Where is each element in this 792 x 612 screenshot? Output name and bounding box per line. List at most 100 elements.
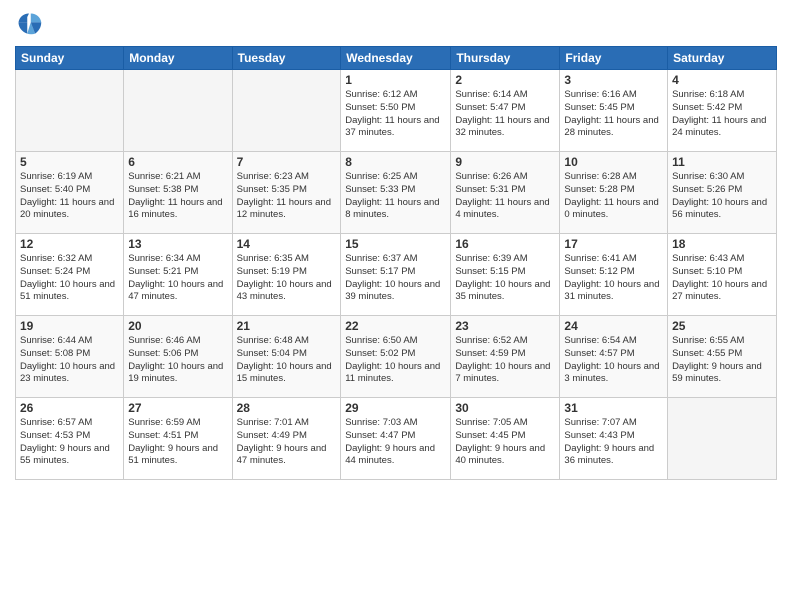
- day-number: 31: [564, 401, 663, 415]
- day-of-week-header: Tuesday: [232, 47, 341, 70]
- calendar-cell: [124, 70, 232, 152]
- calendar-cell: 26 Sunrise: 6:57 AM Sunset: 4:53 PM Dayli…: [16, 398, 124, 480]
- day-number: 28: [237, 401, 337, 415]
- day-info: Sunrise: 7:03 AM Sunset: 4:47 PM Dayligh…: [345, 417, 446, 468]
- day-number: 5: [20, 155, 119, 169]
- day-number: 27: [128, 401, 227, 415]
- day-info: Sunrise: 6:19 AM Sunset: 5:40 PM Dayligh…: [20, 171, 119, 222]
- calendar-cell: 23Sunrise: 6:52 AM Sunset: 4:59 PM Dayli…: [451, 316, 560, 398]
- day-info: Sunrise: 6:25 AM Sunset: 5:33 PM Dayligh…: [345, 171, 446, 222]
- day-number: 26: [20, 401, 119, 415]
- calendar-cell: 2 Sunrise: 6:14 AM Sunset: 5:47 PM Daylig…: [451, 70, 560, 152]
- calendar-cell: 11 Sunrise: 6:30 AM Sunset: 5:26 PM Dayli…: [668, 152, 777, 234]
- calendar-week-row: 1 Sunrise: 6:12 AM Sunset: 5:50 PM Daylig…: [16, 70, 777, 152]
- calendar-cell: 19 Sunrise: 6:44 AM Sunset: 5:08 PM Dayli…: [16, 316, 124, 398]
- day-number: 20: [128, 319, 227, 333]
- header: [15, 10, 777, 38]
- day-info: Sunrise: 6:23 AM Sunset: 5:35 PM Dayligh…: [237, 171, 337, 222]
- day-number: 24: [564, 319, 663, 333]
- day-info: Sunrise: 6:16 AM Sunset: 5:45 PM Dayligh…: [564, 89, 663, 140]
- day-info: Sunrise: 6:21 AM Sunset: 5:38 PM Dayligh…: [128, 171, 227, 222]
- calendar-cell: 3 Sunrise: 6:16 AM Sunset: 5:45 PM Daylig…: [560, 70, 668, 152]
- calendar-cell: [668, 398, 777, 480]
- calendar-week-row: 12 Sunrise: 6:32 AM Sunset: 5:24 PM Dayli…: [16, 234, 777, 316]
- day-of-week-header: Thursday: [451, 47, 560, 70]
- day-info: Sunrise: 6:18 AM Sunset: 5:42 PM Dayligh…: [672, 89, 772, 140]
- day-info: Sunrise: 7:05 AM Sunset: 4:45 PM Dayligh…: [455, 417, 555, 468]
- day-number: 22: [345, 319, 446, 333]
- calendar-week-row: 5 Sunrise: 6:19 AM Sunset: 5:40 PM Daylig…: [16, 152, 777, 234]
- calendar-cell: 5 Sunrise: 6:19 AM Sunset: 5:40 PM Daylig…: [16, 152, 124, 234]
- day-number: 9: [455, 155, 555, 169]
- day-number: 19: [20, 319, 119, 333]
- day-number: 1: [345, 73, 446, 87]
- day-info: Sunrise: 6:55 AM Sunset: 4:55 PM Dayligh…: [672, 335, 772, 386]
- day-info: Sunrise: 6:28 AM Sunset: 5:28 PM Dayligh…: [564, 171, 663, 222]
- calendar-cell: 4Sunrise: 6:18 AM Sunset: 5:42 PM Daylig…: [668, 70, 777, 152]
- calendar-cell: 20 Sunrise: 6:46 AM Sunset: 5:06 PM Dayli…: [124, 316, 232, 398]
- day-of-week-header: Wednesday: [341, 47, 451, 70]
- calendar-cell: 15 Sunrise: 6:37 AM Sunset: 5:17 PM Dayli…: [341, 234, 451, 316]
- day-info: Sunrise: 6:57 AM Sunset: 4:53 PM Dayligh…: [20, 417, 119, 468]
- logo: [15, 10, 47, 38]
- day-number: 2: [455, 73, 555, 87]
- day-of-week-header: Monday: [124, 47, 232, 70]
- calendar-cell: 17 Sunrise: 6:41 AM Sunset: 5:12 PM Dayli…: [560, 234, 668, 316]
- calendar-cell: 29 Sunrise: 7:03 AM Sunset: 4:47 PM Dayli…: [341, 398, 451, 480]
- day-of-week-header: Friday: [560, 47, 668, 70]
- day-info: Sunrise: 6:34 AM Sunset: 5:21 PM Dayligh…: [128, 253, 227, 304]
- day-info: Sunrise: 6:37 AM Sunset: 5:17 PM Dayligh…: [345, 253, 446, 304]
- day-number: 6: [128, 155, 227, 169]
- day-info: Sunrise: 6:14 AM Sunset: 5:47 PM Dayligh…: [455, 89, 555, 140]
- calendar-cell: 12 Sunrise: 6:32 AM Sunset: 5:24 PM Dayli…: [16, 234, 124, 316]
- day-info: Sunrise: 6:50 AM Sunset: 5:02 PM Dayligh…: [345, 335, 446, 386]
- day-number: 7: [237, 155, 337, 169]
- day-info: Sunrise: 6:32 AM Sunset: 5:24 PM Dayligh…: [20, 253, 119, 304]
- day-number: 12: [20, 237, 119, 251]
- day-number: 3: [564, 73, 663, 87]
- calendar-cell: 25 Sunrise: 6:55 AM Sunset: 4:55 PM Dayli…: [668, 316, 777, 398]
- calendar-cell: 10 Sunrise: 6:28 AM Sunset: 5:28 PM Dayli…: [560, 152, 668, 234]
- day-info: Sunrise: 6:59 AM Sunset: 4:51 PM Dayligh…: [128, 417, 227, 468]
- day-number: 10: [564, 155, 663, 169]
- day-info: Sunrise: 6:30 AM Sunset: 5:26 PM Dayligh…: [672, 171, 772, 222]
- calendar-cell: 1 Sunrise: 6:12 AM Sunset: 5:50 PM Daylig…: [341, 70, 451, 152]
- calendar-cell: [16, 70, 124, 152]
- day-number: 29: [345, 401, 446, 415]
- day-number: 8: [345, 155, 446, 169]
- day-info: Sunrise: 6:35 AM Sunset: 5:19 PM Dayligh…: [237, 253, 337, 304]
- calendar-cell: [232, 70, 341, 152]
- day-number: 13: [128, 237, 227, 251]
- calendar-week-row: 19 Sunrise: 6:44 AM Sunset: 5:08 PM Dayli…: [16, 316, 777, 398]
- calendar-cell: 22 Sunrise: 6:50 AM Sunset: 5:02 PM Dayli…: [341, 316, 451, 398]
- day-number: 21: [237, 319, 337, 333]
- day-number: 30: [455, 401, 555, 415]
- day-info: Sunrise: 6:46 AM Sunset: 5:06 PM Dayligh…: [128, 335, 227, 386]
- day-number: 15: [345, 237, 446, 251]
- calendar-cell: 27 Sunrise: 6:59 AM Sunset: 4:51 PM Dayli…: [124, 398, 232, 480]
- day-number: 18: [672, 237, 772, 251]
- day-number: 17: [564, 237, 663, 251]
- day-info: Sunrise: 6:54 AM Sunset: 4:57 PM Dayligh…: [564, 335, 663, 386]
- day-info: Sunrise: 6:12 AM Sunset: 5:50 PM Dayligh…: [345, 89, 446, 140]
- calendar-table: SundayMondayTuesdayWednesdayThursdayFrid…: [15, 46, 777, 480]
- day-number: 11: [672, 155, 772, 169]
- logo-icon: [15, 10, 43, 38]
- day-info: Sunrise: 7:01 AM Sunset: 4:49 PM Dayligh…: [237, 417, 337, 468]
- day-info: Sunrise: 6:26 AM Sunset: 5:31 PM Dayligh…: [455, 171, 555, 222]
- calendar-cell: 31Sunrise: 7:07 AM Sunset: 4:43 PM Dayli…: [560, 398, 668, 480]
- calendar-container: SundayMondayTuesdayWednesdayThursdayFrid…: [0, 0, 792, 612]
- day-info: Sunrise: 6:44 AM Sunset: 5:08 PM Dayligh…: [20, 335, 119, 386]
- calendar-cell: 8 Sunrise: 6:25 AM Sunset: 5:33 PM Daylig…: [341, 152, 451, 234]
- calendar-week-row: 26 Sunrise: 6:57 AM Sunset: 4:53 PM Dayli…: [16, 398, 777, 480]
- day-info: Sunrise: 6:41 AM Sunset: 5:12 PM Dayligh…: [564, 253, 663, 304]
- calendar-cell: 6 Sunrise: 6:21 AM Sunset: 5:38 PM Daylig…: [124, 152, 232, 234]
- calendar-cell: 16Sunrise: 6:39 AM Sunset: 5:15 PM Dayli…: [451, 234, 560, 316]
- calendar-cell: 14 Sunrise: 6:35 AM Sunset: 5:19 PM Dayli…: [232, 234, 341, 316]
- calendar-cell: 13 Sunrise: 6:34 AM Sunset: 5:21 PM Dayli…: [124, 234, 232, 316]
- day-number: 14: [237, 237, 337, 251]
- calendar-cell: 24 Sunrise: 6:54 AM Sunset: 4:57 PM Dayli…: [560, 316, 668, 398]
- calendar-cell: 21Sunrise: 6:48 AM Sunset: 5:04 PM Dayli…: [232, 316, 341, 398]
- day-info: Sunrise: 6:39 AM Sunset: 5:15 PM Dayligh…: [455, 253, 555, 304]
- day-number: 25: [672, 319, 772, 333]
